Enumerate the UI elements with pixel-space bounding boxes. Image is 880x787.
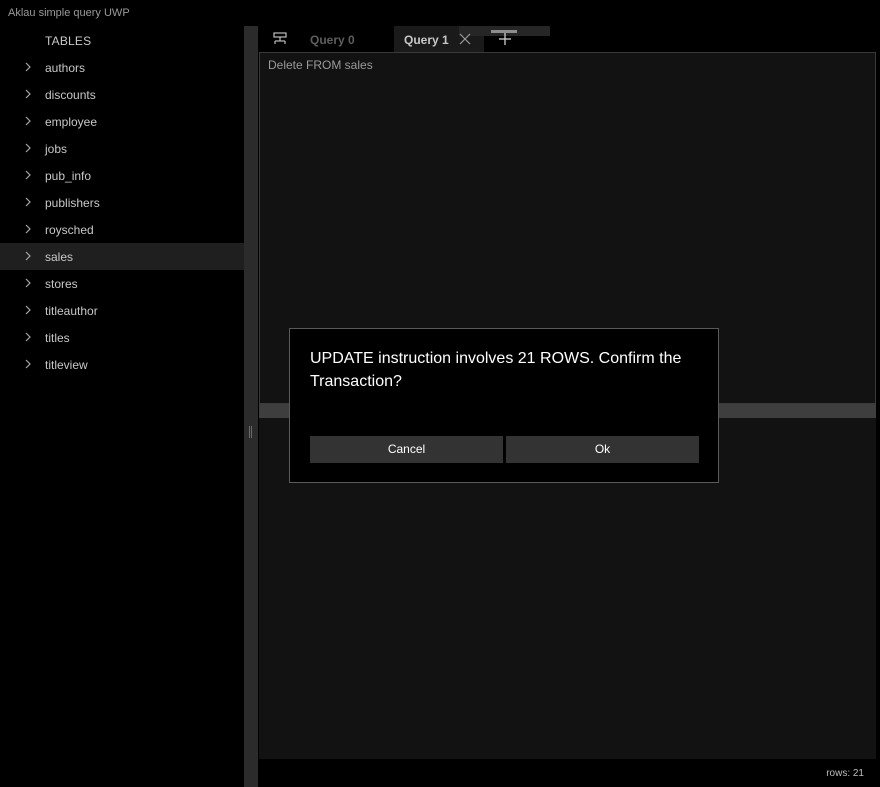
table-item-label: titles [45,331,70,345]
chevron-right-icon[interactable] [24,143,32,153]
database-query-icon[interactable] [272,32,288,46]
chevron-right-icon[interactable] [24,332,32,342]
table-item-publishers[interactable]: publishers [0,189,244,216]
close-icon[interactable] [458,32,472,46]
table-item-discounts[interactable]: discounts [0,81,244,108]
table-item-authors[interactable]: authors [0,54,244,81]
table-item-label: sales [45,250,74,264]
table-item-label: stores [45,277,78,291]
splitter-grip-icon[interactable] [249,426,252,438]
chevron-right-icon[interactable] [24,251,32,261]
chevron-right-icon[interactable] [24,305,32,315]
table-item-titleview[interactable]: titleview [0,351,244,378]
window-title: Aklau simple query UWP [8,7,130,19]
chevron-right-icon[interactable] [24,116,32,126]
cancel-button[interactable]: Cancel [310,436,503,463]
table-item-pub-info[interactable]: pub_info [0,162,244,189]
table-item-label: titleauthor [45,304,98,318]
table-item-employee[interactable]: employee [0,108,244,135]
tab-query-0[interactable]: Query 0 [298,26,394,52]
table-item-label: discounts [45,88,96,102]
confirm-dialog: UPDATE instruction involves 21 ROWS. Con… [289,328,719,483]
query-text[interactable]: Delete FROM sales [268,58,373,72]
table-item-sales[interactable]: sales [0,243,244,270]
chevron-right-icon[interactable] [24,62,32,72]
status-bar: rows: 21 [258,759,880,787]
tables-list: authors discounts employee jobs pub_infopubl… [0,54,244,378]
table-item-label: employee [45,115,98,129]
ok-button[interactable]: Ok [506,436,699,463]
table-item-label: titleview [45,358,88,372]
table-item-jobs[interactable]: jobs [0,135,244,162]
table-item-titles[interactable]: titles [0,324,244,351]
table-item-label: roysched [45,223,94,237]
table-item-label: pub_info [45,169,92,183]
dialog-message: UPDATE instruction involves 21 ROWS. Con… [310,350,682,390]
table-item-label: jobs [45,142,68,156]
chevron-right-icon[interactable] [24,170,32,180]
chevron-right-icon[interactable] [24,224,32,234]
chevron-right-icon[interactable] [24,278,32,288]
plus-icon[interactable] [498,32,512,46]
tab-strip: Query 0 Query 1 [258,26,880,52]
app-window: Aklau simple query UWP TABLES authors dis… [0,0,880,787]
table-item-roysched[interactable]: roysched [0,216,244,243]
tables-sidebar: TABLES authors discounts employee jobs pub_i… [0,26,244,787]
rows-count: rows: 21 [826,768,864,779]
table-item-stores[interactable]: stores [0,270,244,297]
chevron-right-icon[interactable] [24,89,32,99]
tables-header: TABLES [45,34,92,48]
chevron-right-icon[interactable] [24,359,32,369]
vertical-splitter[interactable] [244,26,258,787]
table-item-label: authors [45,61,86,75]
chevron-right-icon[interactable] [24,197,32,207]
table-item-label: publishers [45,196,100,210]
table-item-titleauthor[interactable]: titleauthor [0,297,244,324]
